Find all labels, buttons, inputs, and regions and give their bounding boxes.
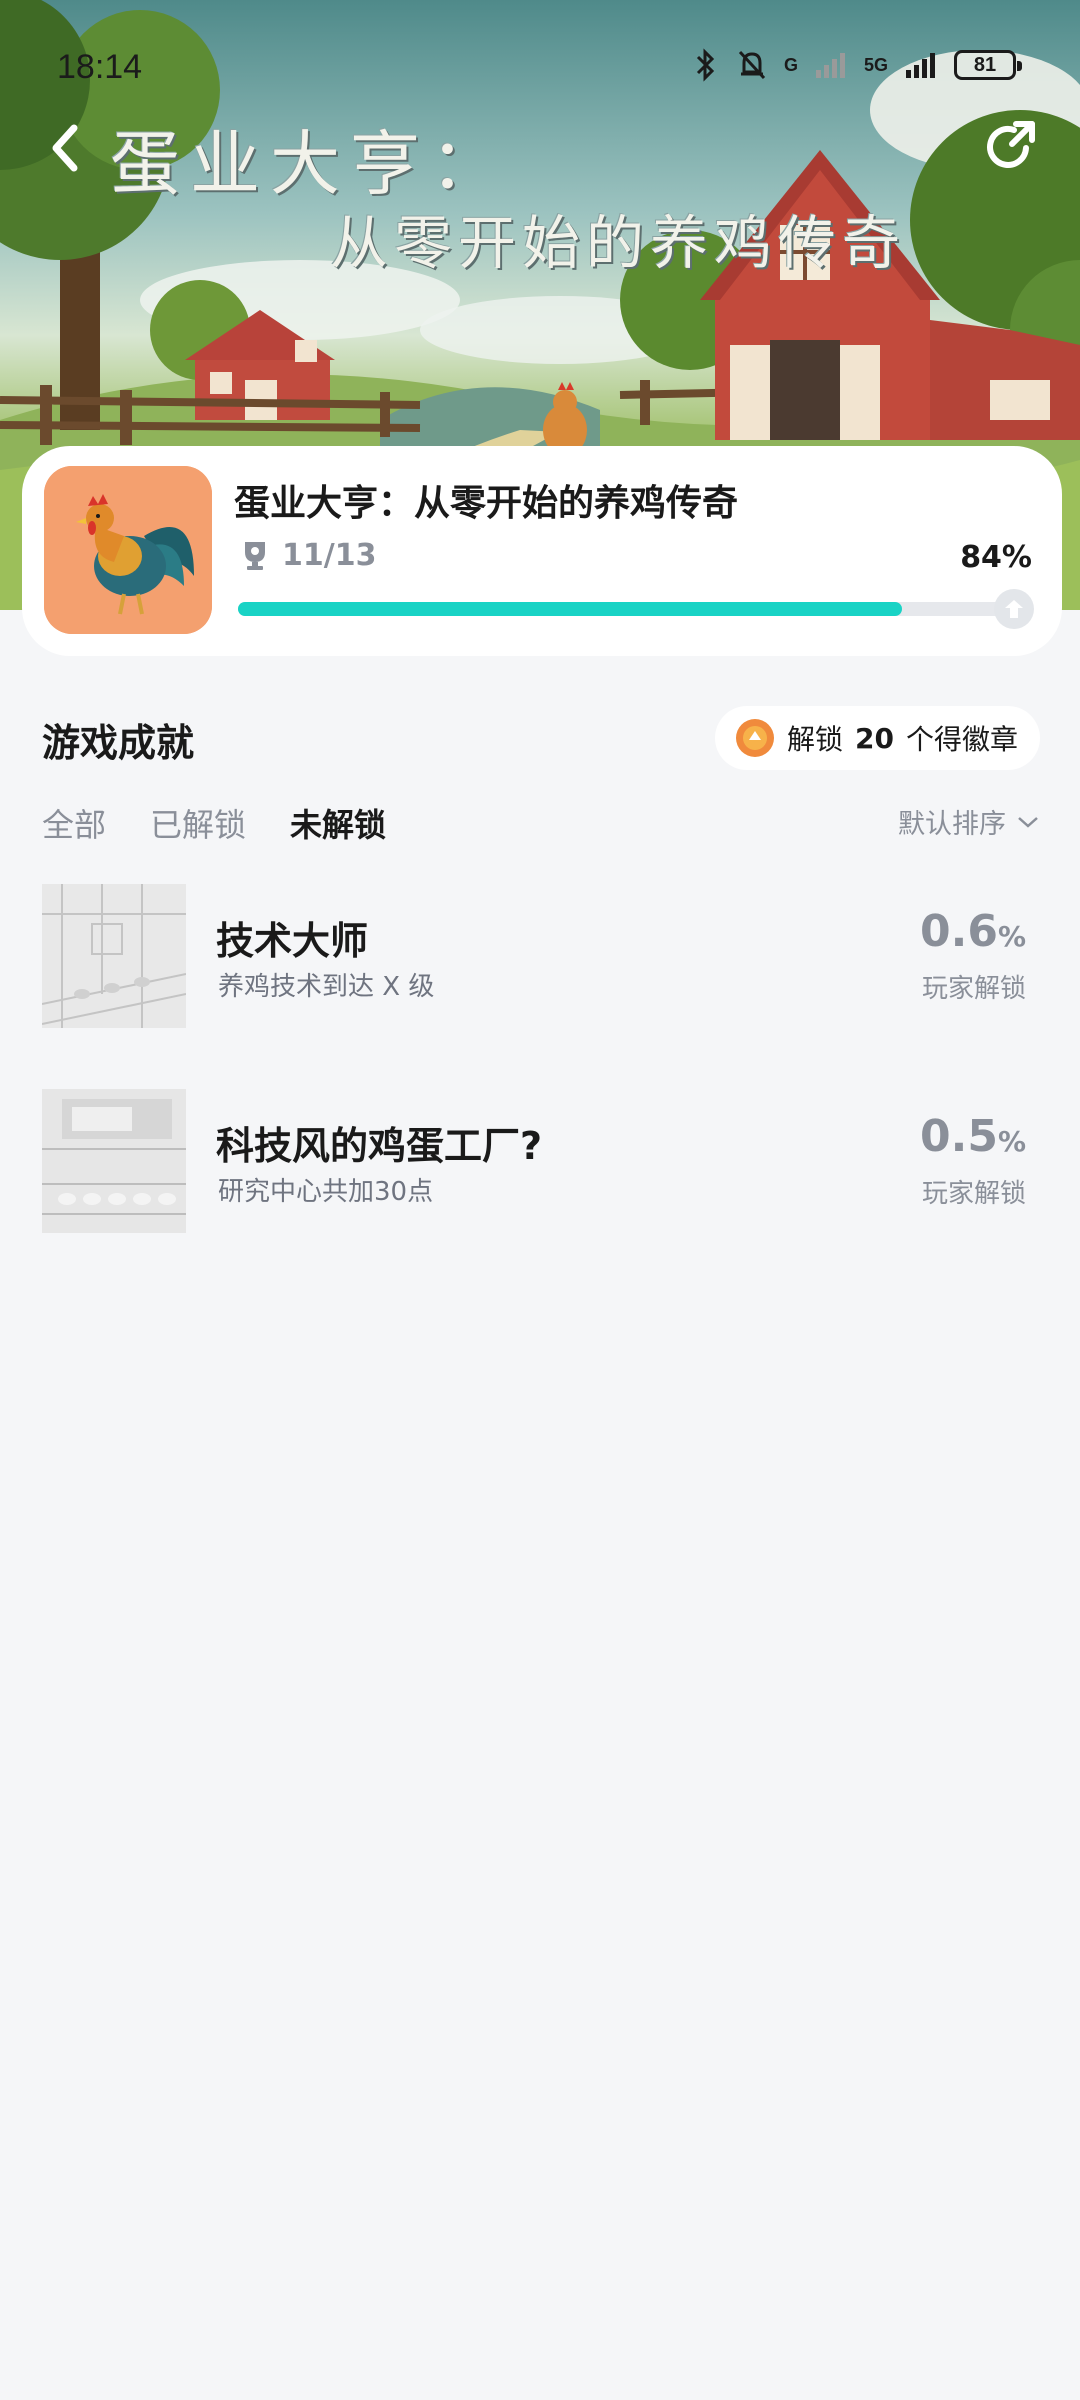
status-icons: G 5G 81: [690, 48, 1022, 82]
progress-bar-fill: [238, 602, 902, 616]
banner-title-line1: 蛋业大亨：: [110, 123, 510, 205]
network-type-1: G: [783, 54, 798, 75]
battery-level: 81: [973, 53, 997, 76]
status-bar: 18:14 G 5G 81: [0, 0, 1080, 110]
progress-end-marker: [994, 589, 1034, 629]
banner-title-line2: 从零开始的养鸡传奇: [330, 209, 907, 277]
tab-all[interactable]: 全部: [42, 800, 106, 846]
unlock-rate-unit: %: [997, 920, 1026, 953]
badge-count: 20: [855, 721, 894, 755]
unlock-rate-value: 0.6: [919, 906, 998, 957]
bluetooth-icon: [696, 48, 715, 82]
share-button[interactable]: [980, 118, 1040, 178]
filter-tabs: 全部 已解锁 未解锁: [42, 800, 386, 846]
badge-unlock-pill[interactable]: 解锁 20 个得徽章: [715, 706, 1040, 770]
tab-unlocked[interactable]: 已解锁: [150, 800, 246, 846]
network-type-2: 5G: [863, 54, 888, 75]
progress-percent: 84%: [960, 540, 1032, 575]
sort-label: 默认排序: [898, 809, 1006, 840]
achievement-unlock-rate: 0.5%: [920, 1111, 1026, 1162]
signal-icon: [815, 53, 845, 78]
achievement-description: 研究中心共加30点: [218, 1177, 434, 1207]
badge-icon: [736, 719, 774, 757]
progress-bar: [238, 589, 1034, 629]
back-button[interactable]: [42, 118, 92, 178]
achievement-thumbnail: [42, 884, 186, 1028]
chevron-left-icon: [52, 124, 78, 172]
game-summary-card: 蛋业大亨：从零开始的养鸡传奇 11/13 84%: [22, 446, 1062, 656]
achievement-item[interactable]: 科技风的鸡蛋工厂? 研究中心共加30点 0.5% 玩家解锁: [42, 1089, 1038, 1233]
trophy-icon: [245, 541, 265, 570]
achievement-unlock-rate: 0.6%: [920, 906, 1026, 957]
achievement-title: 技术大师: [216, 919, 369, 963]
achievements-section-title: 游戏成就: [42, 721, 195, 765]
badge-prefix: 解锁: [787, 723, 844, 756]
unlock-rate-value: 0.5: [919, 1111, 998, 1162]
achievement-title: 科技风的鸡蛋工厂?: [216, 1124, 543, 1168]
bell-muted-icon: [738, 50, 766, 80]
achievements-count: 11/13: [282, 538, 377, 573]
game-title: 蛋业大亨：从零开始的养鸡传奇: [234, 483, 739, 524]
achievement-thumbnail: [42, 1089, 186, 1233]
achievement-image: [42, 884, 186, 1028]
achievement-unlock-rate-label: 玩家解锁: [921, 974, 1026, 1004]
achievement-image: [42, 1089, 186, 1233]
signal-icon-2: [906, 53, 935, 78]
tab-locked[interactable]: 未解锁: [290, 800, 386, 846]
chevron-down-icon: [1018, 816, 1038, 828]
achievement-unlock-rate-label: 玩家解锁: [921, 1179, 1026, 1209]
game-app-icon[interactable]: [44, 466, 212, 634]
share-icon: [987, 121, 1035, 168]
sort-dropdown[interactable]: 默认排序: [898, 802, 1040, 841]
unlock-rate-unit: %: [997, 1125, 1026, 1158]
rooster-icon: [44, 466, 212, 634]
status-time: 18:14: [57, 48, 143, 86]
battery-icon: 81: [954, 50, 1022, 80]
medal-icon: [1005, 600, 1023, 618]
achievement-description: 养鸡技术到达 X 级: [218, 972, 435, 1002]
achievement-item[interactable]: 技术大师 养鸡技术到达 X 级 0.6% 玩家解锁: [42, 884, 1038, 1028]
badge-suffix: 个得徽章: [905, 723, 1018, 756]
achievements-count-row: 11/13: [242, 538, 376, 573]
